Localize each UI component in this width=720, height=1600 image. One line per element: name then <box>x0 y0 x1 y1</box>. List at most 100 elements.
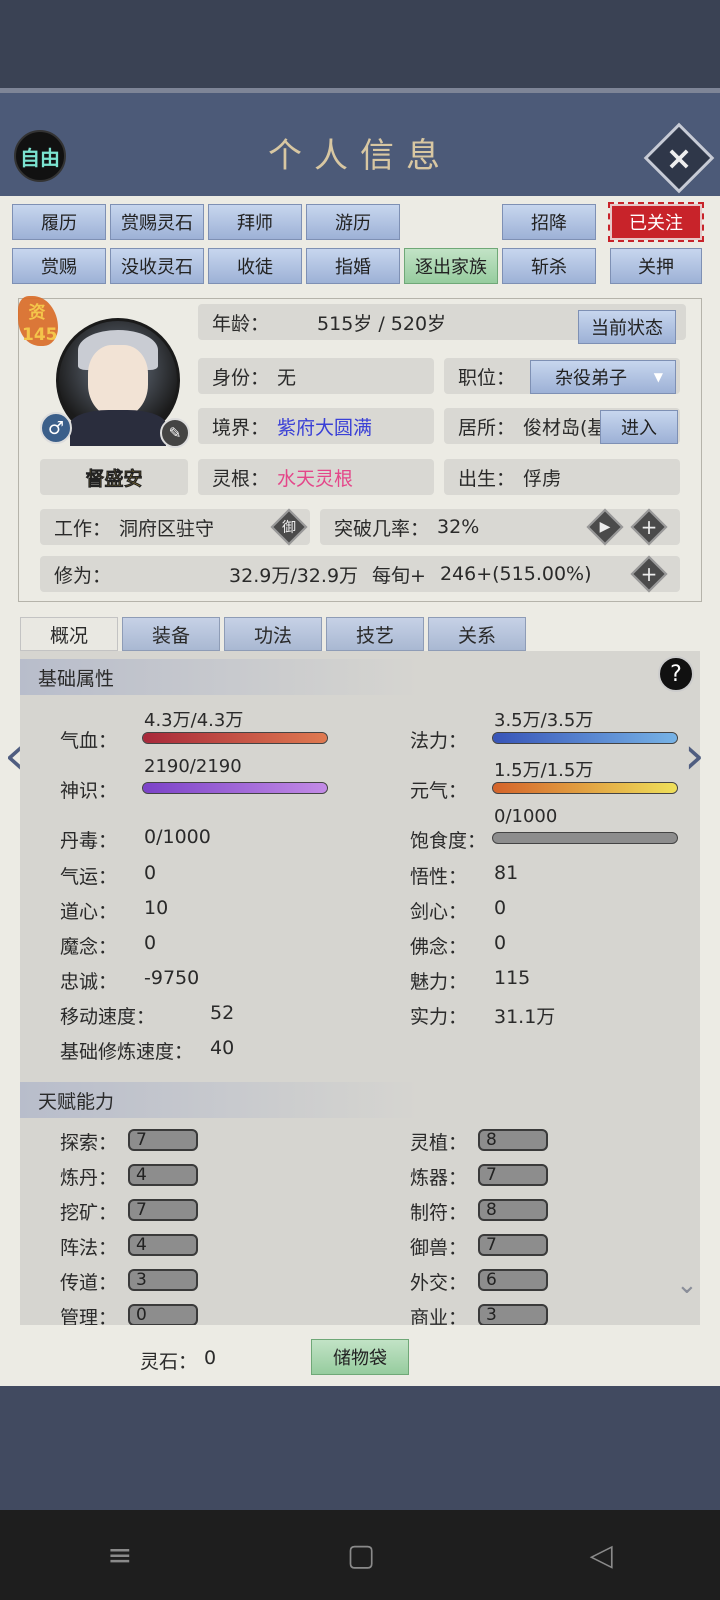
system-nav-bar: ≡ ▢ ◁ <box>0 1510 720 1600</box>
plus-icon[interactable]: + <box>632 557 666 591</box>
take-master-button[interactable]: 拜师 <box>208 204 302 240</box>
daoheart-value: 10 <box>144 897 169 919</box>
daoheart-label: 道心： <box>60 901 118 923</box>
satiety-label: 饱食度： <box>410 830 487 852</box>
identity-value: 无 <box>277 366 297 389</box>
swordheart-value: 0 <box>494 897 507 919</box>
enter-button[interactable]: 进入 <box>600 410 678 444</box>
vital-label: 元气： <box>410 780 468 802</box>
hp-label: 气血： <box>60 730 118 752</box>
execute-button[interactable]: 斩杀 <box>502 248 596 284</box>
beast-value: 7 <box>478 1234 548 1256</box>
next-arrow-icon[interactable]: › <box>684 726 705 786</box>
character-name[interactable]: 督盛安 <box>40 459 188 495</box>
tab-techniques[interactable]: 功法 <box>224 617 322 651</box>
poison-label: 丹毒： <box>60 830 118 852</box>
travel-button[interactable]: 游历 <box>306 204 400 240</box>
demon-label: 魔念： <box>60 936 118 958</box>
residence-label: 居所： <box>458 416 516 439</box>
forge-label: 炼器： <box>410 1167 468 1189</box>
poison-value: 0/1000 <box>144 826 211 848</box>
sense-bar <box>142 782 328 794</box>
menu-icon[interactable]: ≡ <box>107 1538 132 1573</box>
confiscate-stones-button[interactable]: 没收灵石 <box>110 248 204 284</box>
prev-arrow-icon[interactable]: ‹ <box>4 726 25 786</box>
identity-field: 身份： 无 <box>198 358 434 394</box>
recruit-button[interactable]: 招降 <box>502 204 596 240</box>
aptitude-label: 资 <box>28 303 46 323</box>
followed-button[interactable]: 已关注 <box>608 202 704 242</box>
vital-bar <box>492 782 678 794</box>
formation-label: 阵法： <box>60 1237 118 1259</box>
help-icon[interactable]: ? <box>658 656 694 692</box>
chevron-down-icon: ▼ <box>653 370 663 384</box>
overview-content[interactable] <box>20 651 700 1325</box>
per-period-label: 每旬+ <box>372 564 426 587</box>
alchemy-label: 炼丹： <box>60 1167 118 1189</box>
realm-value: 紫府大圆满 <box>277 416 373 439</box>
reward-stones-button[interactable]: 赏赐灵石 <box>110 204 204 240</box>
free-mode-button[interactable]: 自由 <box>14 130 66 182</box>
mana-label: 法力： <box>410 730 468 752</box>
tab-skills[interactable]: 技艺 <box>326 617 424 651</box>
storage-bag-button[interactable]: 储物袋 <box>311 1339 409 1375</box>
tab-overview[interactable]: 概况 <box>20 617 118 651</box>
loyalty-value: -9750 <box>144 967 200 989</box>
mana-value: 3.5万/3.5万 <box>494 710 594 731</box>
talents-header: 天赋能力 <box>20 1082 420 1118</box>
talisman-value: 8 <box>478 1199 548 1221</box>
charm-label: 魅力： <box>410 971 468 993</box>
plus-icon[interactable]: + <box>632 510 666 544</box>
birth-field: 出生： 俘虏 <box>444 459 680 495</box>
residence-value: 俊材岛(基 <box>523 416 607 439</box>
power-label: 实力： <box>410 1006 468 1028</box>
satiety-bar <box>492 832 678 844</box>
edit-brush-icon[interactable]: ✎ <box>160 418 190 448</box>
position-value: 杂役弟子 <box>555 368 627 389</box>
commerce-label: 商业： <box>410 1307 468 1325</box>
history-button[interactable]: 履历 <box>12 204 106 240</box>
mining-label: 挖矿： <box>60 1202 118 1224</box>
close-icon[interactable]: × <box>654 133 704 183</box>
per-period-value: 246+(515.00%) <box>439 563 592 585</box>
spirit-root-label: 灵根： <box>212 467 270 490</box>
take-disciple-button[interactable]: 收徒 <box>208 248 302 284</box>
top-dark-bar <box>0 0 720 90</box>
realm-field: 境界： 紫府大圆满 <box>198 408 434 444</box>
defend-icon[interactable]: 御 <box>272 510 306 544</box>
current-status-button[interactable]: 当前状态 <box>578 310 676 344</box>
loyalty-label: 忠诚： <box>60 971 118 993</box>
play-icon[interactable]: ▶ <box>588 510 622 544</box>
power-value: 31.1万 <box>494 1006 556 1028</box>
sense-label: 神识： <box>60 780 118 802</box>
buddha-value: 0 <box>494 932 507 954</box>
expel-family-button[interactable]: 逐出家族 <box>404 248 498 284</box>
charm-value: 115 <box>494 967 531 989</box>
back-icon[interactable]: ◁ <box>590 1538 613 1573</box>
avatar-robe <box>70 410 166 446</box>
male-icon: ♂ <box>40 412 72 444</box>
diplomacy-value: 6 <box>478 1269 548 1291</box>
spirit-root-field: 灵根： 水天灵根 <box>198 459 434 495</box>
swordheart-label: 剑心： <box>410 901 468 923</box>
reward-button[interactable]: 赏赐 <box>12 248 106 284</box>
speed-value: 52 <box>210 1002 235 1024</box>
position-dropdown[interactable]: 杂役弟子 ▼ <box>530 360 676 394</box>
hp-bar <box>142 732 328 744</box>
breakthrough-value: 32% <box>437 516 480 538</box>
formation-value: 4 <box>128 1234 198 1256</box>
alchemy-value: 4 <box>128 1164 198 1186</box>
scroll-down-icon[interactable]: ⌄ <box>676 1270 698 1300</box>
luck-value: 0 <box>144 862 157 884</box>
explore-label: 探索： <box>60 1132 118 1154</box>
breakthrough-field: 突破几率： 32% <box>320 509 680 545</box>
home-icon[interactable]: ▢ <box>347 1538 375 1573</box>
mining-value: 7 <box>128 1199 198 1221</box>
tab-relations[interactable]: 关系 <box>428 617 526 651</box>
arrange-marriage-button[interactable]: 指婚 <box>306 248 400 284</box>
basic-attributes-header: 基础属性 <box>20 659 420 695</box>
birth-value: 俘虏 <box>523 467 562 490</box>
imprison-button[interactable]: 关押 <box>610 248 702 284</box>
spirit-stones-label: 灵石： <box>140 1351 198 1373</box>
tab-equipment[interactable]: 装备 <box>122 617 220 651</box>
